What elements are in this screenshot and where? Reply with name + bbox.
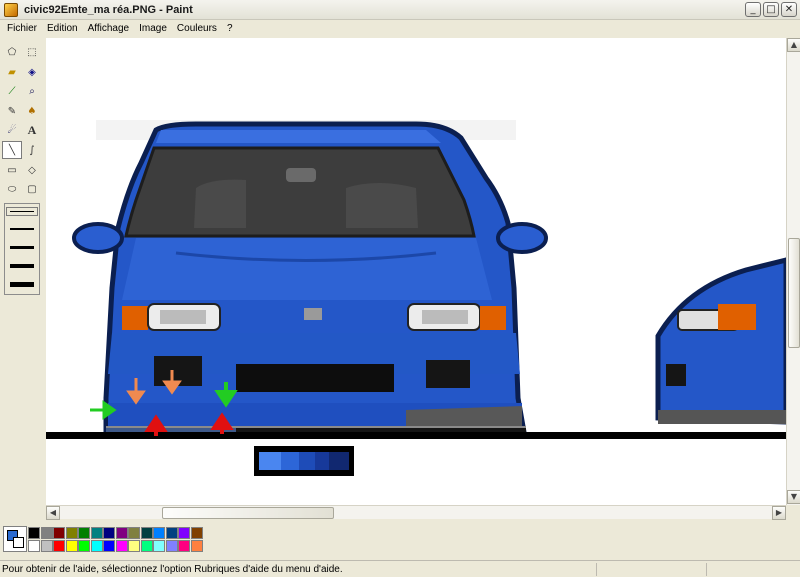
polygon-tool[interactable]: ◇ (22, 161, 42, 179)
rect-select-tool[interactable]: ⬚ (22, 43, 42, 61)
picker-tool[interactable]: ⟋ (2, 82, 22, 100)
menu-couleurs[interactable]: Couleurs (172, 23, 222, 34)
title-bar: civic92Emte_ma réa.PNG - Paint _ □ ✕ (0, 0, 800, 20)
rectangle-tool[interactable]: ▭ (2, 161, 22, 179)
palette-bottom-swatch-11[interactable] (165, 540, 178, 552)
right-headlight (407, 303, 506, 331)
scroll-left-button[interactable]: ◀ (46, 506, 60, 520)
color-palette (0, 522, 800, 558)
window-title: civic92Emte_ma réa.PNG - Paint (24, 3, 193, 16)
palette-bottom-swatch-6[interactable] (103, 540, 115, 552)
paint-app-icon (4, 2, 18, 17)
background-color (13, 537, 24, 548)
palette-bottom-swatch-8[interactable] (128, 540, 140, 552)
palette-top-swatch-1[interactable] (40, 527, 53, 539)
right-mirror (496, 222, 548, 254)
palette-top-swatch-2[interactable] (53, 527, 65, 539)
windshield (124, 146, 476, 238)
drawing-canvas[interactable] (46, 38, 786, 505)
menu-help[interactable]: ? (222, 23, 238, 34)
line-width-2[interactable] (10, 228, 34, 230)
scroll-down-button[interactable]: ▼ (787, 490, 800, 504)
palette-bottom-swatch-0[interactable] (28, 540, 40, 552)
brush-tool[interactable]: ♠ (22, 102, 42, 120)
palette-top-swatch-4[interactable] (78, 527, 90, 539)
horizontal-scroll-thumb[interactable] (162, 507, 334, 519)
current-colors[interactable] (3, 526, 27, 552)
eraser-tool[interactable]: ▰ (2, 63, 22, 81)
magnifier-tool[interactable]: ⌕ (22, 82, 42, 100)
line-width-4[interactable] (10, 264, 34, 268)
toolbox: ⬠ ⬚ ▰ ◈ ⟋ ⌕ ✎ ♠ ☄ A ╲ ∫ ▭ ◇ ⬭ ▢ (0, 40, 44, 520)
palette-bottom-swatch-9[interactable] (140, 540, 153, 552)
line-width-options (4, 203, 40, 295)
status-text: Pour obtenir de l'aide, sélectionnez l'o… (2, 563, 343, 575)
left-mirror (72, 222, 124, 254)
palette-top-swatch-6[interactable] (103, 527, 115, 539)
menu-bar: Fichier Edition Affichage Image Couleurs… (0, 20, 800, 37)
status-cell-1 (596, 563, 597, 576)
free-select-tool[interactable]: ⬠ (2, 43, 22, 61)
airbrush-tool[interactable]: ☄ (2, 121, 22, 139)
palette-bottom-swatch-7[interactable] (115, 540, 128, 552)
scroll-right-button[interactable]: ▶ (772, 506, 786, 520)
palette-top-swatch-9[interactable] (140, 527, 153, 539)
status-cell-2 (706, 563, 707, 576)
palette-bottom-swatch-4[interactable] (78, 540, 90, 552)
palette-top-swatch-11[interactable] (165, 527, 178, 539)
ellipse-tool[interactable]: ⬭ (2, 180, 22, 198)
menu-image[interactable]: Image (134, 23, 172, 34)
second-car (655, 257, 786, 425)
palette-top-swatch-0[interactable] (28, 527, 40, 539)
car-pixel-art (46, 120, 786, 476)
status-bar: Pour obtenir de l'aide, sélectionnez l'o… (0, 560, 800, 577)
palette-top-swatch-10[interactable] (153, 527, 165, 539)
close-button[interactable]: ✕ (781, 2, 797, 17)
palette-bottom-swatch-12[interactable] (178, 540, 190, 552)
left-headlight (122, 303, 221, 331)
palette-bottom-swatch-13[interactable] (190, 540, 203, 552)
palette-top-swatch-12[interactable] (178, 527, 190, 539)
palette-bottom-swatch-1[interactable] (40, 540, 53, 552)
palette-top-swatch-3[interactable] (65, 527, 78, 539)
palette-top-swatch-5[interactable] (90, 527, 103, 539)
scroll-up-button[interactable]: ▲ (787, 38, 800, 52)
color-strip (254, 446, 354, 476)
menu-edition[interactable]: Edition (42, 23, 83, 34)
line-width-3[interactable] (10, 246, 34, 249)
palette-bottom-swatch-5[interactable] (90, 540, 103, 552)
rounded-rect-tool[interactable]: ▢ (22, 180, 42, 198)
minimize-button[interactable]: _ (745, 2, 761, 17)
palette-top-swatch-7[interactable] (115, 527, 128, 539)
maximize-button[interactable]: □ (763, 2, 779, 17)
palette-bottom-swatch-3[interactable] (65, 540, 78, 552)
curve-tool[interactable]: ∫ (22, 141, 42, 159)
palette-bottom-swatch-10[interactable] (153, 540, 165, 552)
pencil-tool[interactable]: ✎ (2, 102, 22, 120)
palette-top-swatch-13[interactable] (190, 527, 203, 539)
fill-tool[interactable]: ◈ (22, 63, 42, 81)
palette-top-swatch-8[interactable] (128, 527, 140, 539)
line-width-5[interactable] (10, 282, 34, 287)
vertical-scrollbar[interactable]: ▲ ▼ (786, 38, 800, 505)
line-width-1[interactable] (6, 207, 38, 216)
line-tool[interactable]: ╲ (2, 141, 22, 159)
vertical-scroll-thumb[interactable] (788, 238, 800, 348)
text-tool[interactable]: A (22, 121, 42, 139)
menu-fichier[interactable]: Fichier (2, 23, 42, 34)
honda-badge (304, 308, 322, 320)
horizontal-scrollbar[interactable]: ◀ ▶ (46, 505, 786, 520)
menu-affichage[interactable]: Affichage (83, 23, 135, 34)
palette-bottom-swatch-2[interactable] (53, 540, 65, 552)
